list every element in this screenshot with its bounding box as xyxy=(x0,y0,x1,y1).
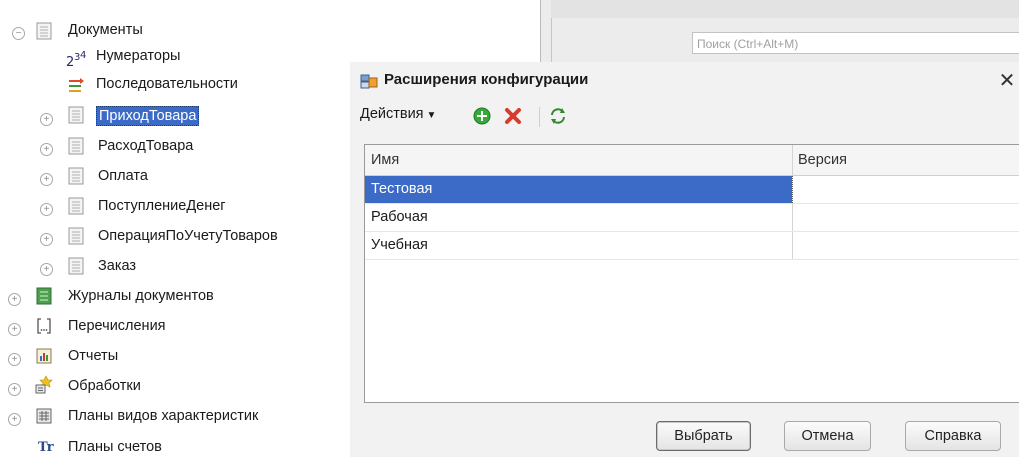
delete-icon[interactable] xyxy=(503,106,523,126)
tree-item-doc[interactable]: Заказ xyxy=(98,258,136,274)
tree-item-documents[interactable]: Документы xyxy=(68,22,143,38)
divider xyxy=(551,18,552,62)
cell-name: Учебная xyxy=(371,237,428,253)
tree-item-doc[interactable]: РасходТовара xyxy=(98,138,193,154)
expand-icon[interactable]: + xyxy=(40,203,53,216)
dialog-toolbar: Действия ▼ xyxy=(350,100,1019,130)
column-divider xyxy=(792,145,793,175)
tree-item-numerators[interactable]: Нумераторы xyxy=(96,48,180,64)
enum-icon xyxy=(37,318,51,334)
expand-icon[interactable]: + xyxy=(8,293,21,306)
cell-name: Рабочая xyxy=(371,209,428,225)
select-button[interactable]: Выбрать xyxy=(656,421,751,451)
tree-item-accounts[interactable]: Планы счетов xyxy=(68,439,162,455)
search-input[interactable]: Поиск (Ctrl+Alt+M) xyxy=(692,32,1019,54)
document-icon xyxy=(68,167,84,185)
document-folder-icon xyxy=(36,22,52,40)
expand-icon[interactable]: + xyxy=(8,353,21,366)
column-header-version[interactable]: Версия xyxy=(792,145,847,175)
tree-item-reports[interactable]: Отчеты xyxy=(68,348,118,364)
processing-icon xyxy=(35,375,53,394)
accounts-plan-icon: Tr xyxy=(38,440,54,455)
tree-item-selected[interactable]: ПриходТовара xyxy=(96,106,200,126)
extensions-dialog: Расширения конфигурации ✕ Действия ▼ Имя … xyxy=(350,62,1019,457)
sequence-icon xyxy=(69,78,84,92)
tree-item-doc[interactable]: ПоступлениеДенег xyxy=(98,198,226,214)
expand-icon[interactable]: + xyxy=(8,413,21,426)
document-icon xyxy=(68,257,84,275)
refresh-icon[interactable] xyxy=(548,106,568,126)
numerator-icon: 2 3 4 xyxy=(66,50,86,68)
cell-name: Тестовая xyxy=(365,176,792,203)
expand-icon[interactable]: + xyxy=(40,143,53,156)
actions-label: Действия xyxy=(360,106,424,122)
tree-item-journals[interactable]: Журналы документов xyxy=(68,288,214,304)
background-toolbar xyxy=(551,0,1019,18)
cancel-button[interactable]: Отмена xyxy=(784,421,871,451)
cell-version xyxy=(792,204,1019,231)
cell-version xyxy=(792,176,1019,203)
svg-text:Tr: Tr xyxy=(38,440,54,455)
collapse-documents-icon[interactable]: − xyxy=(12,27,25,40)
help-button[interactable]: Справка xyxy=(905,421,1001,451)
extensions-table: Имя Версия Тестовая Рабочая Учебная xyxy=(364,144,1019,403)
tree-item-doc[interactable]: Оплата xyxy=(98,168,148,184)
document-icon xyxy=(68,137,84,155)
toolbar-separator xyxy=(539,107,540,127)
dialog-title: Расширения конфигурации xyxy=(384,71,589,88)
report-icon xyxy=(36,348,52,364)
tree-item-doc[interactable]: ОперацияПоУчетуТоваров xyxy=(98,228,278,244)
expand-icon[interactable]: + xyxy=(40,173,53,186)
document-icon xyxy=(68,106,84,124)
expand-icon[interactable]: + xyxy=(40,233,53,246)
tree-item-processing[interactable]: Обработки xyxy=(68,378,141,394)
expand-icon[interactable]: + xyxy=(8,323,21,336)
extension-icon xyxy=(360,74,378,89)
table-row[interactable]: Рабочая xyxy=(365,204,1019,232)
journal-icon xyxy=(36,287,52,305)
cell-version xyxy=(792,232,1019,259)
dialog-title-bar: Расширения конфигурации ✕ xyxy=(350,62,1019,98)
tree-item-enums[interactable]: Перечисления xyxy=(68,318,166,334)
document-icon xyxy=(68,197,84,215)
table-header: Имя Версия xyxy=(365,145,1019,176)
metadata-tree: − Документы 2 3 4 Нумераторы Последовате… xyxy=(0,0,350,457)
add-icon[interactable] xyxy=(472,106,492,126)
characteristics-plan-icon xyxy=(36,408,52,424)
expand-icon[interactable]: + xyxy=(40,263,53,276)
close-icon[interactable]: ✕ xyxy=(995,68,1019,93)
expand-icon[interactable]: + xyxy=(40,113,53,126)
tree-item-char-types[interactable]: Планы видов характеристик xyxy=(68,408,258,424)
actions-menu[interactable]: Действия ▼ xyxy=(360,106,436,122)
table-row[interactable]: Тестовая xyxy=(365,176,1019,204)
table-row[interactable]: Учебная xyxy=(365,232,1019,260)
chevron-down-icon: ▼ xyxy=(426,110,437,121)
column-header-name[interactable]: Имя xyxy=(365,145,399,175)
expand-icon[interactable]: + xyxy=(8,383,21,396)
document-icon xyxy=(68,227,84,245)
svg-text:4: 4 xyxy=(80,50,86,61)
tree-item-sequences[interactable]: Последовательности xyxy=(96,76,238,92)
